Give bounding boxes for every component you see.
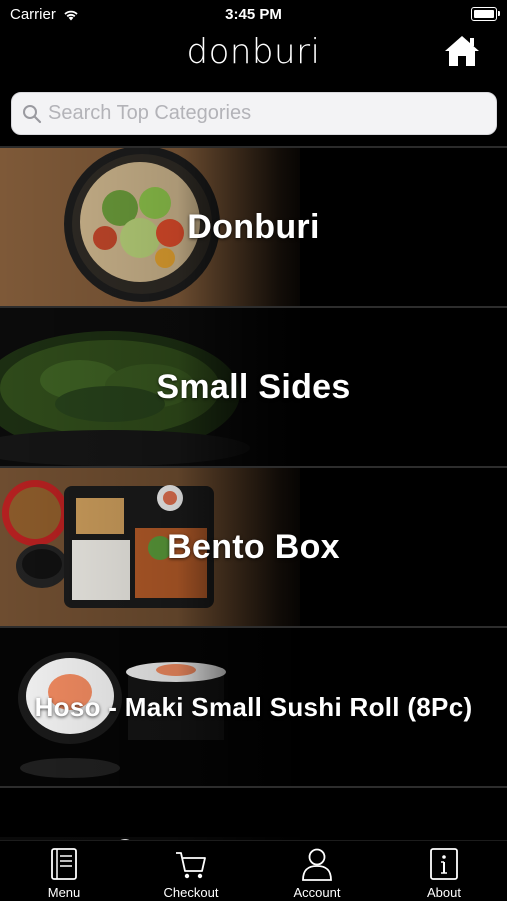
tab-checkout[interactable]: Checkout xyxy=(141,847,241,900)
category-label: Small Sides xyxy=(156,367,351,406)
tab-label: Account xyxy=(293,885,341,900)
category-hoso-maki[interactable]: Hoso - Maki Small Sushi Roll (8Pc) xyxy=(0,628,507,788)
search-input[interactable] xyxy=(48,93,488,134)
image-fade-overlay xyxy=(0,788,507,848)
cart-icon xyxy=(176,852,206,879)
tab-bar: Menu Checkout Account About xyxy=(0,840,507,901)
category-donburi[interactable]: Donburi xyxy=(0,148,507,308)
category-small-sides[interactable]: Small Sides xyxy=(0,308,507,468)
info-icon xyxy=(430,848,458,880)
person-icon xyxy=(302,848,332,881)
home-button[interactable] xyxy=(443,34,483,70)
category-label: Bento Box xyxy=(167,527,340,566)
app-logo: donburi xyxy=(186,32,321,72)
tab-menu[interactable]: Menu xyxy=(14,847,114,900)
tab-account[interactable]: Account xyxy=(267,847,367,900)
category-bento-box[interactable]: Bento Box xyxy=(0,468,507,628)
menu-book-icon xyxy=(51,848,77,880)
tab-label: About xyxy=(427,885,461,900)
category-next-partial[interactable] xyxy=(0,788,507,848)
status-bar: Carrier 3:45 PM xyxy=(0,0,507,28)
tab-label: Checkout xyxy=(163,885,219,900)
tab-about[interactable]: About xyxy=(394,847,494,900)
app-header: donburi xyxy=(0,28,507,84)
category-label: Donburi xyxy=(187,207,320,246)
status-time: 3:45 PM xyxy=(225,6,282,23)
tab-label: Menu xyxy=(47,885,81,900)
search-bar[interactable] xyxy=(11,92,497,135)
category-list: Donburi Small Sides Bento Box Hoso - Mak… xyxy=(0,148,507,848)
home-icon xyxy=(445,36,479,66)
search-icon xyxy=(23,105,42,124)
category-label: Hoso - Maki Small Sushi Roll (8Pc) xyxy=(34,691,473,722)
battery-icon xyxy=(471,7,500,21)
